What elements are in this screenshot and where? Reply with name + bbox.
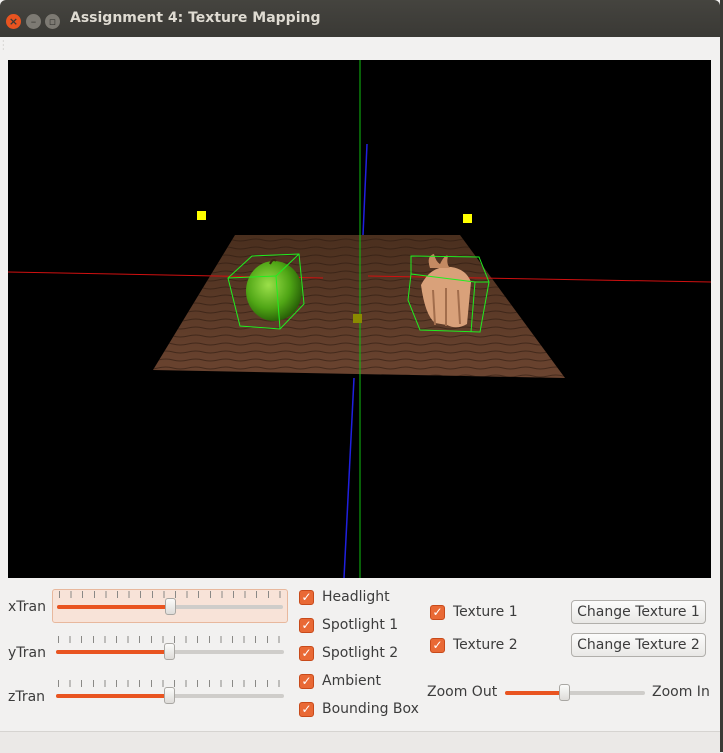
slider-handle[interactable] xyxy=(164,643,175,660)
xtran-label: xTran xyxy=(8,599,46,615)
z-axis xyxy=(343,377,355,578)
checkbox-label: Bounding Box xyxy=(322,701,419,717)
title-bar[interactable]: × – ▫ Assignment 4: Texture Mapping xyxy=(0,0,720,37)
maximize-icon[interactable]: ▫ xyxy=(45,14,60,29)
slider-groove[interactable] xyxy=(505,691,645,695)
slider-ticks xyxy=(58,636,282,643)
status-bar xyxy=(0,731,720,753)
ztran-label: zTran xyxy=(8,689,46,705)
light-marker xyxy=(197,211,206,220)
slider-ticks xyxy=(58,680,282,687)
texture-1-checkbox[interactable]: ✓ Texture 1 xyxy=(430,603,518,621)
zoom-out-label: Zoom Out xyxy=(427,684,498,700)
checkmark-icon[interactable]: ✓ xyxy=(430,637,445,653)
checkbox-label: Headlight xyxy=(322,589,390,605)
headlight-checkbox[interactable]: ✓ Headlight xyxy=(299,588,390,606)
checkmark-icon[interactable]: ✓ xyxy=(299,701,314,717)
spotlight-1-checkbox[interactable]: ✓ Spotlight 1 xyxy=(299,616,398,634)
window-title: Assignment 4: Texture Mapping xyxy=(70,10,321,26)
gl-viewport[interactable] xyxy=(8,60,711,578)
light-marker xyxy=(463,214,472,223)
ambient-checkbox[interactable]: ✓ Ambient xyxy=(299,672,381,690)
checkmark-icon[interactable]: ✓ xyxy=(299,645,314,661)
zoom-slider[interactable] xyxy=(503,676,647,708)
bounding-box-checkbox[interactable]: ✓ Bounding Box xyxy=(299,700,419,718)
close-icon[interactable]: × xyxy=(6,14,21,29)
slider-fill xyxy=(56,694,170,698)
menu-grip-icon: · · · xyxy=(2,37,5,54)
scene-canvas xyxy=(8,60,711,578)
checkbox-label: Spotlight 2 xyxy=(322,645,399,661)
checkbox-label: Texture 2 xyxy=(453,637,518,653)
checkbox-label: Texture 1 xyxy=(453,604,518,620)
checkmark-icon[interactable]: ✓ xyxy=(299,617,314,633)
spotlight-2-checkbox[interactable]: ✓ Spotlight 2 xyxy=(299,644,398,662)
z-axis xyxy=(362,143,368,236)
xtran-slider[interactable] xyxy=(52,589,288,623)
checkmark-icon[interactable]: ✓ xyxy=(299,673,314,689)
ztran-slider[interactable] xyxy=(52,679,288,713)
slider-fill xyxy=(57,605,170,609)
change-texture-2-button[interactable]: Change Texture 2 xyxy=(571,633,706,657)
slider-ticks xyxy=(59,591,281,598)
slider-handle[interactable] xyxy=(165,598,176,615)
checkbox-label: Spotlight 1 xyxy=(322,617,399,633)
slider-handle[interactable] xyxy=(164,687,175,704)
checkmark-icon[interactable]: ✓ xyxy=(430,604,445,620)
checkmark-icon[interactable]: ✓ xyxy=(299,589,314,605)
slider-fill xyxy=(56,650,170,654)
table-grain xyxy=(153,235,565,378)
zoom-in-label: Zoom In xyxy=(652,684,710,700)
checkbox-label: Ambient xyxy=(322,673,381,689)
slider-handle[interactable] xyxy=(559,684,570,701)
ytran-label: yTran xyxy=(8,645,46,661)
minimize-icon[interactable]: – xyxy=(26,14,41,29)
slider-fill xyxy=(505,691,564,695)
change-texture-1-button[interactable]: Change Texture 1 xyxy=(571,600,706,624)
texture-2-checkbox[interactable]: ✓ Texture 2 xyxy=(430,636,518,654)
ytran-slider[interactable] xyxy=(52,635,288,669)
light-marker-center xyxy=(353,314,362,323)
